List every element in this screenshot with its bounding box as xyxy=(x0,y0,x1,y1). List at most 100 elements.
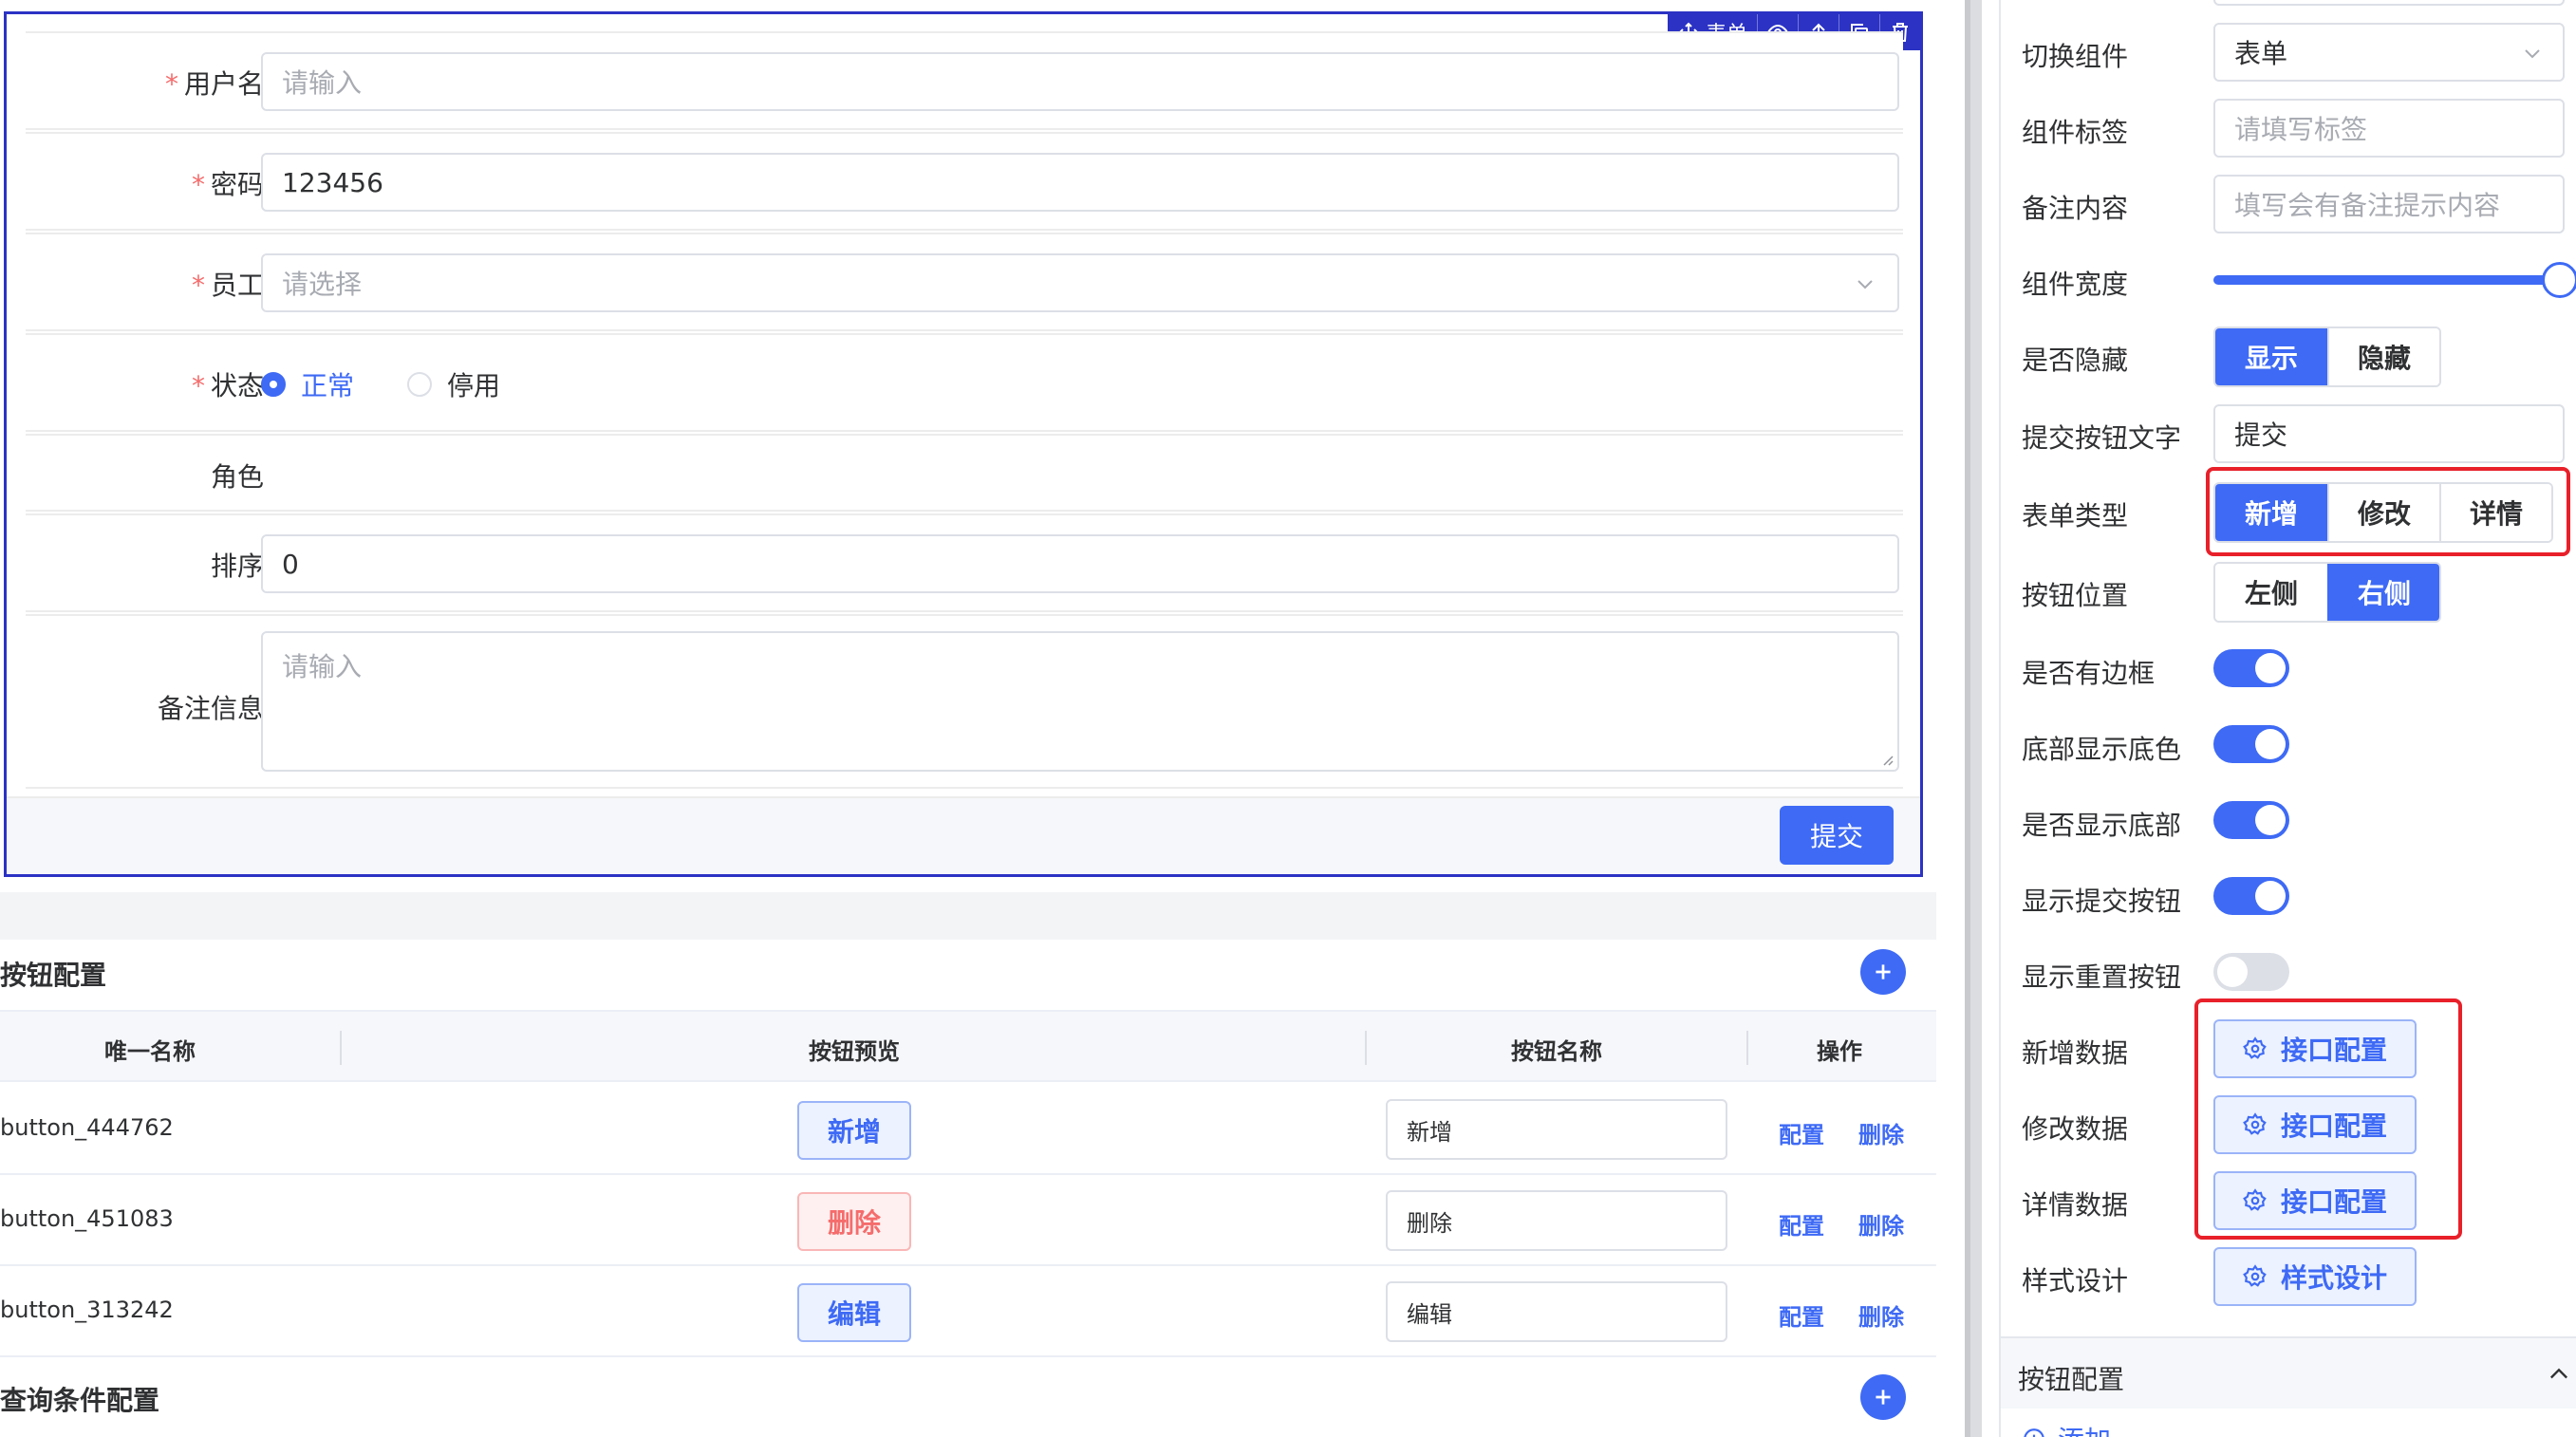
add-query-config-button[interactable] xyxy=(1860,1374,1906,1420)
status-label-text: 状态 xyxy=(210,370,264,401)
column-header-preview: 按钮预览 xyxy=(809,1038,900,1065)
password-label-text: 密码 xyxy=(210,169,264,200)
radio-checked-icon xyxy=(261,372,286,397)
add-data-api-button[interactable]: 接口配置 xyxy=(2213,1019,2417,1078)
column-separator[interactable] xyxy=(340,1031,342,1065)
border-toggle-label: 是否有边框 xyxy=(2022,658,2156,689)
edit-data-api-button[interactable]: 接口配置 xyxy=(2213,1095,2417,1154)
status-radio-normal[interactable]: 正常 xyxy=(261,365,354,403)
button-name-value: 编辑 xyxy=(1407,1300,1452,1328)
row-config-link[interactable]: 配置 xyxy=(1779,1298,1824,1332)
username-label: * 用户名 xyxy=(165,64,264,102)
button-config-title: 按钮配置 xyxy=(0,960,107,991)
plus-circle-icon xyxy=(2024,1428,2044,1437)
resize-handle-icon[interactable] xyxy=(1880,753,1894,766)
row-unique-name: button_313242 xyxy=(0,1297,174,1323)
button-position-left[interactable]: 左侧 xyxy=(2215,564,2327,621)
button-preview-add[interactable]: 新增 xyxy=(797,1101,911,1160)
show-reset-toggle[interactable] xyxy=(2213,953,2289,991)
component-label-input[interactable]: 请填写标签 xyxy=(2213,99,2565,158)
form-row-role: 角色 xyxy=(26,434,1903,512)
form-type-label: 表单类型 xyxy=(2022,500,2129,532)
chevron-down-icon xyxy=(2525,49,2540,59)
collapse-title: 按钮配置 xyxy=(2018,1364,2125,1395)
column-separator[interactable] xyxy=(1365,1031,1367,1065)
column-header-unique-name: 唯一名称 xyxy=(104,1038,196,1065)
button-preview-edit[interactable]: 编辑 xyxy=(797,1283,911,1342)
table-row: button_444762 新增 新增 配置 删除 xyxy=(0,1084,1936,1175)
row-delete-link[interactable]: 删除 xyxy=(1858,1207,1904,1241)
column-header-actions: 操作 xyxy=(1817,1038,1862,1065)
password-input[interactable]: 123456 xyxy=(261,153,1899,212)
properties-panel: 切换组件 表单 组件标签 请填写标签 备注内容 填写会有备注提示内容 组件宽度 … xyxy=(1999,0,2576,1437)
button-name-input[interactable]: 删除 xyxy=(1386,1190,1727,1251)
gear-icon xyxy=(2243,1188,2267,1211)
show-footer-toggle[interactable] xyxy=(2213,801,2289,839)
employee-select[interactable]: 请选择 xyxy=(261,253,1899,312)
form-type-option-add[interactable]: 新增 xyxy=(2215,484,2327,541)
table-row: button_451083 删除 删除 配置 删除 xyxy=(0,1175,1936,1266)
button-position-segmented: 左侧 右侧 xyxy=(2213,562,2441,623)
truncated-field xyxy=(2213,0,2565,6)
required-mark: * xyxy=(191,169,205,200)
style-design-button[interactable]: 样式设计 xyxy=(2213,1247,2417,1306)
column-separator[interactable] xyxy=(1746,1031,1748,1065)
border-toggle[interactable] xyxy=(2213,649,2289,687)
plus-icon xyxy=(1876,1390,1891,1405)
form-type-option-edit[interactable]: 修改 xyxy=(2327,484,2439,541)
button-preview-delete[interactable]: 删除 xyxy=(797,1192,911,1251)
switch-component-select[interactable]: 表单 xyxy=(2213,23,2565,82)
remark-content-label: 备注内容 xyxy=(2022,193,2129,224)
row-delete-link[interactable]: 删除 xyxy=(1858,1298,1904,1332)
form-footer: 提交 xyxy=(7,796,1920,874)
style-design-button-label: 样式设计 xyxy=(2280,1262,2387,1294)
row-delete-link[interactable]: 删除 xyxy=(1858,1116,1904,1149)
detail-data-api-button[interactable]: 接口配置 xyxy=(2213,1171,2417,1230)
hidden-option-hide[interactable]: 隐藏 xyxy=(2327,328,2439,385)
employee-label: * 员工 xyxy=(192,265,264,303)
edit-data-api-label: 接口配置 xyxy=(2280,1110,2387,1142)
width-slider-handle[interactable] xyxy=(2542,262,2576,298)
hidden-option-show[interactable]: 显示 xyxy=(2215,328,2327,385)
sort-input[interactable]: 0 xyxy=(261,534,1899,593)
row-config-link[interactable]: 配置 xyxy=(1779,1207,1824,1241)
switch-component-label: 切换组件 xyxy=(2022,41,2129,72)
footer-bg-toggle[interactable] xyxy=(2213,725,2289,763)
design-canvas: 表单 *用户名 请输入 *密码 123456 *员 xyxy=(0,0,1965,1437)
add-button-link[interactable]: 添加 xyxy=(2022,1420,2111,1437)
form-row-password: * 密码 123456 xyxy=(26,132,1903,231)
sort-value: 0 xyxy=(282,548,299,580)
add-button-config-button[interactable] xyxy=(1860,949,1906,995)
plus-icon xyxy=(1876,964,1891,980)
form-row-username: * 用户名 请输入 xyxy=(26,31,1903,130)
remark-textarea[interactable]: 请输入 xyxy=(261,631,1899,772)
form-row-status: * 状态 正常 停用 xyxy=(26,333,1903,432)
width-slider-track[interactable] xyxy=(2213,275,2565,285)
add-link-label: 添加 xyxy=(2058,1420,2111,1437)
form-component-selected[interactable]: 表单 *用户名 请输入 *密码 123456 *员 xyxy=(4,11,1923,877)
form-row-employee: * 员工 请选择 xyxy=(26,233,1903,331)
form-type-option-detail[interactable]: 详情 xyxy=(2439,484,2551,541)
submit-button[interactable]: 提交 xyxy=(1780,806,1894,865)
chevron-down-icon xyxy=(1857,280,1873,289)
row-config-link[interactable]: 配置 xyxy=(1779,1116,1824,1149)
remark-content-input[interactable]: 填写会有备注提示内容 xyxy=(2213,175,2565,233)
username-label-text: 用户名 xyxy=(183,68,264,100)
button-position-right[interactable]: 右侧 xyxy=(2327,564,2439,621)
row-unique-name: button_451083 xyxy=(0,1205,174,1232)
edit-data-label: 修改数据 xyxy=(2022,1113,2129,1145)
add-data-api-label: 接口配置 xyxy=(2280,1035,2387,1066)
component-label-placeholder: 请填写标签 xyxy=(2234,114,2368,145)
submit-text-input[interactable]: 提交 xyxy=(2213,404,2565,463)
status-radio-disabled[interactable]: 停用 xyxy=(407,365,500,403)
button-config-collapse-header[interactable]: 按钮配置 xyxy=(2001,1336,2576,1409)
query-config-title: 查询条件配置 xyxy=(0,1385,160,1416)
add-data-label: 新增数据 xyxy=(2022,1037,2129,1069)
button-position-label: 按钮位置 xyxy=(2022,580,2129,611)
panel-splitter[interactable] xyxy=(1965,0,1982,1437)
show-submit-toggle[interactable] xyxy=(2213,877,2289,915)
remark-placeholder: 请输入 xyxy=(282,651,363,682)
username-input[interactable]: 请输入 xyxy=(261,52,1899,111)
button-name-input[interactable]: 编辑 xyxy=(1386,1281,1727,1342)
button-name-input[interactable]: 新增 xyxy=(1386,1099,1727,1160)
